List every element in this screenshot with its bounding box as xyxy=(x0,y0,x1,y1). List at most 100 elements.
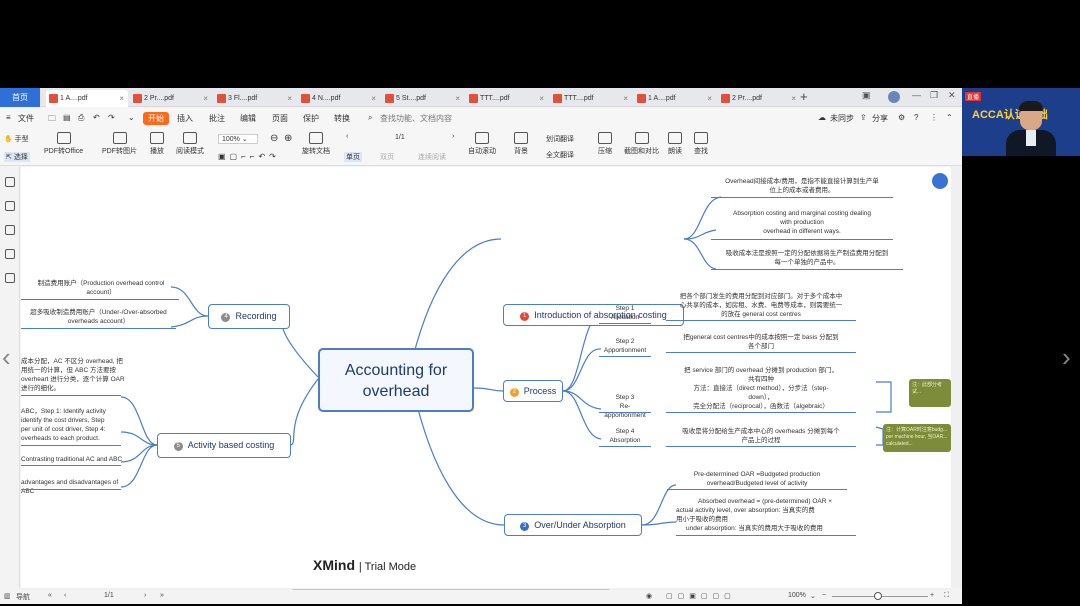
more-options-icon[interactable]: ⋮ xyxy=(930,113,938,122)
menu-protect[interactable]: 保护 xyxy=(303,113,319,124)
tab-3[interactable]: 3 Fl....pdf × xyxy=(214,90,296,107)
pdf-to-image-button[interactable]: PDF转图片 xyxy=(102,132,137,156)
next-page-status-icon[interactable]: › xyxy=(144,592,146,599)
hand-tool[interactable]: ✋ 手型 xyxy=(4,134,29,144)
select-tool[interactable]: ⇱ 选择 xyxy=(4,152,30,162)
next-page-icon[interactable]: › xyxy=(452,133,454,140)
double-page-button[interactable]: 双页 xyxy=(380,152,394,162)
menu-annotate[interactable]: 批注 xyxy=(209,113,225,124)
central-topic[interactable]: Accounting for overhead xyxy=(318,348,474,412)
tab-8[interactable]: 1 A....pdf × xyxy=(634,90,716,107)
next-slide-icon[interactable]: › xyxy=(1062,342,1071,373)
undo-icon[interactable]: ↶ xyxy=(93,113,100,122)
zoom-select[interactable]: 100% ⌄ xyxy=(218,134,258,144)
process-step-1-title[interactable]: Step 1 Allocation xyxy=(599,304,651,322)
print-icon[interactable]: ⎙ xyxy=(78,113,84,123)
screen-icon[interactable]: ▣ xyxy=(862,90,871,101)
play-button[interactable]: 播放 xyxy=(150,132,164,156)
search-input[interactable]: 查找功能、文档内容 xyxy=(380,113,452,124)
tab-close-icon[interactable]: × xyxy=(707,90,712,107)
bookmark-icon[interactable] xyxy=(5,177,15,187)
signature-icon[interactable] xyxy=(5,273,15,283)
menu-convert[interactable]: 转换 xyxy=(334,113,350,124)
menu-edit[interactable]: 编辑 xyxy=(240,113,256,124)
document-canvas[interactable]: Accounting for overhead 1 Introduction of… xyxy=(21,167,951,588)
save-icon[interactable]: ▤ xyxy=(63,113,71,122)
process-note-2[interactable]: 注：计算OAR时注意budg... per machine hour, 当OAR… xyxy=(883,424,951,452)
zoom-in-icon[interactable]: ⊕ xyxy=(284,133,292,144)
single-page-button[interactable]: 单页 xyxy=(344,152,362,162)
find-button[interactable]: 查找 xyxy=(694,132,708,156)
topic-over-under-absorption[interactable]: 3 Over/Under Absorption xyxy=(504,514,642,536)
read-mode-button[interactable]: 阅读模式 xyxy=(176,132,204,156)
tab-2[interactable]: 2 Pr....pdf × xyxy=(130,90,212,107)
last-page-icon[interactable]: » xyxy=(160,592,164,599)
page-indicator[interactable]: 1/1 xyxy=(395,134,405,141)
topic-activity-based-costing[interactable]: 5 Activity based costing xyxy=(157,433,291,458)
share-button[interactable]: 分享 xyxy=(872,113,888,124)
view-tools-icons[interactable]: ▣▢⌐⌐↶↷ xyxy=(218,152,280,161)
prev-slide-icon[interactable]: ‹ xyxy=(2,342,11,373)
word-translate-button[interactable]: 划词翻译 xyxy=(546,134,574,144)
floating-action-button[interactable] xyxy=(932,173,948,189)
zoom-out-status-icon[interactable]: − xyxy=(822,592,826,599)
search-icon[interactable]: ⌕ xyxy=(368,113,372,123)
tab-close-icon[interactable]: × xyxy=(455,90,460,107)
process-note-1[interactable]: 注：此部分考试... xyxy=(909,379,951,407)
status-zoom[interactable]: 100% xyxy=(788,592,806,599)
zoom-in-status-icon[interactable]: + xyxy=(930,592,934,599)
help-icon[interactable]: ? xyxy=(914,113,918,122)
tab-7[interactable]: TTT....pdf × xyxy=(550,90,632,107)
topic-process[interactable]: 2 Process xyxy=(503,380,563,402)
process-step-4-title[interactable]: Step 4 Absorption xyxy=(599,427,651,445)
status-page-indicator[interactable]: 1/1 xyxy=(104,592,114,599)
redo-icon[interactable]: ↷ xyxy=(108,113,115,122)
zoom-dropdown-icon[interactable]: ⌄ xyxy=(810,592,816,600)
settings-icon[interactable]: ⚙ xyxy=(898,113,905,122)
compress-button[interactable]: 压缩 xyxy=(598,132,612,156)
menu-icon[interactable]: ≡ xyxy=(6,113,11,122)
continuous-button[interactable]: 连续阅读 xyxy=(418,152,446,162)
eye-status-icon[interactable]: ◉ xyxy=(646,592,652,600)
tab-close-icon[interactable]: × xyxy=(119,90,124,107)
thumbnail-icon[interactable] xyxy=(5,201,15,211)
zoom-out-icon[interactable]: ⊖ xyxy=(270,133,278,144)
more-icon[interactable]: ⌄ xyxy=(128,113,135,122)
menu-start[interactable]: 开始 xyxy=(143,112,169,125)
nav-icon[interactable]: ▥ xyxy=(4,592,11,600)
tab-close-icon[interactable]: × xyxy=(539,90,544,107)
topic-recording[interactable]: 4 Recording xyxy=(208,304,290,329)
attachment-icon[interactable] xyxy=(5,249,15,259)
tab-9[interactable]: 2 Pr....pdf × xyxy=(718,90,800,107)
tab-close-icon[interactable]: × xyxy=(371,90,376,107)
vertical-scrollbar[interactable] xyxy=(951,167,962,588)
menu-page[interactable]: 页面 xyxy=(272,113,288,124)
tab-close-icon[interactable]: × xyxy=(791,90,796,107)
read-aloud-button[interactable]: 朗读 xyxy=(668,132,682,156)
first-page-icon[interactable]: « xyxy=(48,592,52,599)
folder-icon[interactable]: 🗀 xyxy=(48,113,56,127)
rotate-button[interactable]: 旋转文档 xyxy=(302,132,330,156)
pdf-to-office-button[interactable]: PDF转Office xyxy=(44,132,83,156)
tab-5[interactable]: 5 St....pdf × xyxy=(382,90,464,107)
background-button[interactable]: 背景 xyxy=(514,132,528,156)
prev-page-status-icon[interactable]: ‹ xyxy=(64,592,66,599)
screenshot-compare-button[interactable]: 截图和对比 xyxy=(624,132,659,156)
home-tab[interactable]: 首页 xyxy=(0,88,40,107)
tab-6[interactable]: TTT....pdf × xyxy=(466,90,548,107)
menu-insert[interactable]: 插入 xyxy=(177,113,193,124)
avatar[interactable] xyxy=(888,91,900,103)
process-step-2-title[interactable]: Step 2 Apportionment xyxy=(599,337,651,355)
new-tab-button[interactable]: + xyxy=(800,89,808,104)
minimize-icon[interactable]: — xyxy=(912,90,921,100)
process-step-3-title[interactable]: Step 3 Re-apportionment xyxy=(599,393,651,420)
sync-status[interactable]: 未同步 xyxy=(830,113,854,124)
topic-introduction[interactable]: 1 Introduction of absorption costing xyxy=(503,304,684,326)
collapse-icon[interactable]: ⌃ xyxy=(946,113,953,122)
maximize-icon[interactable]: ❐ xyxy=(930,90,938,101)
tab-4[interactable]: 4 N....pdf × xyxy=(298,90,380,107)
prev-page-icon[interactable]: ‹ xyxy=(346,133,348,140)
close-icon[interactable]: ✕ xyxy=(948,90,956,101)
menu-file[interactable]: 文件 xyxy=(18,113,34,124)
view-mode-icons[interactable]: ▢▢▣▢▢▢ xyxy=(666,592,736,600)
